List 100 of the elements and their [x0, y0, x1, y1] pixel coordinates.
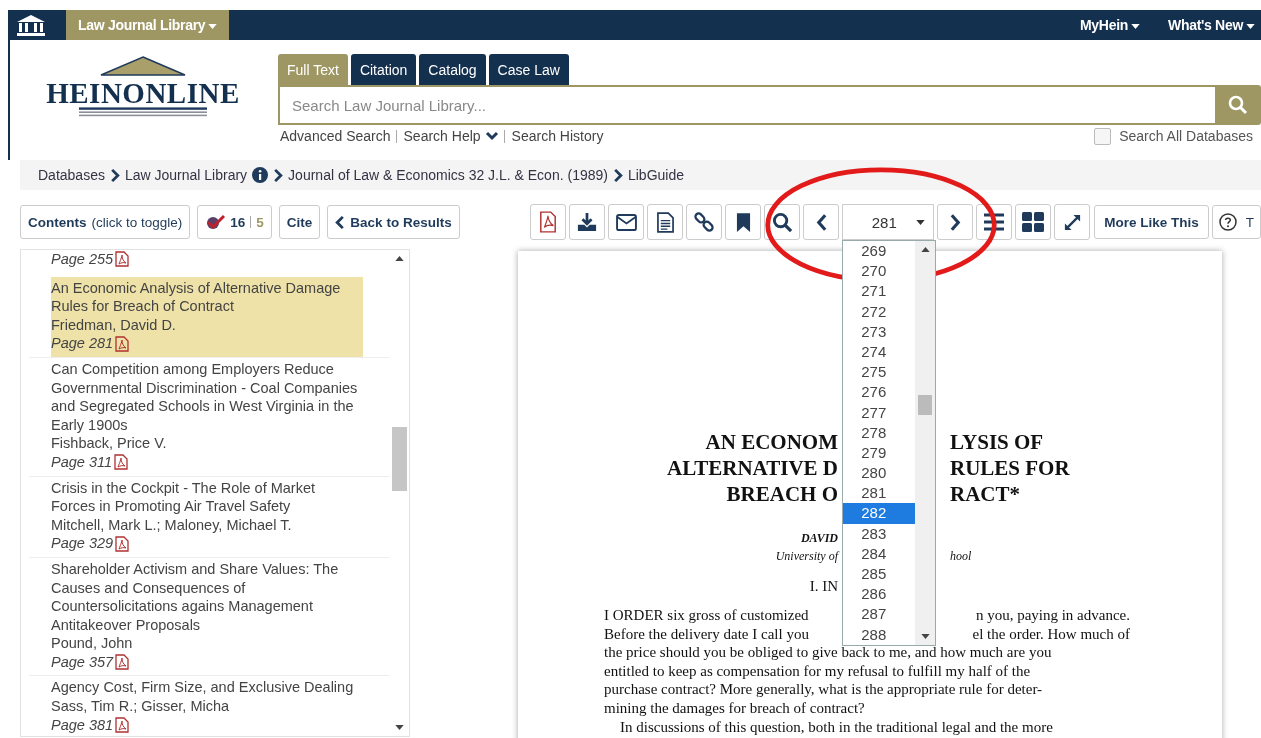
- envelope-icon: [615, 213, 637, 231]
- search-link[interactable]: Search Help: [403, 128, 481, 144]
- page-option[interactable]: 273: [843, 321, 916, 342]
- article-authors: Friedman, David D.: [51, 315, 177, 335]
- top-menu-link[interactable]: MyHein: [1074, 17, 1146, 33]
- page-option[interactable]: 284: [843, 543, 916, 564]
- breadcrumb-link[interactable]: Law Journal Library: [124, 167, 248, 183]
- download-icon: [577, 212, 598, 232]
- link-button[interactable]: [686, 204, 723, 240]
- site-logo[interactable]: HEINONLINE: [38, 53, 248, 125]
- page-option[interactable]: 272: [843, 301, 916, 322]
- page-option[interactable]: 279: [843, 442, 916, 464]
- page-option[interactable]: 282: [843, 503, 916, 524]
- document-text-fragment: LYSIS OF: [950, 429, 1044, 455]
- scrollbar-thumb[interactable]: [391, 427, 407, 491]
- contents-item[interactable]: Can Competition among Employers Reduce Governmental Discrimination - Coal Companies and Segregated Schools in West Virginia in the Early 1900s Fishback, Price V. Page 311: [29, 356, 389, 476]
- contents-item[interactable]: Page 255: [29, 250, 389, 273]
- scrollbar-thumb[interactable]: [918, 395, 933, 415]
- contents-item[interactable]: Shareholder Activism and Share Values: The Causes and Consequences of Countersolicitations agains Management Antitakeover Proposals Pound, John Page 357: [29, 556, 389, 676]
- page-option[interactable]: 286: [843, 584, 916, 605]
- cite-button[interactable]: Cite: [278, 205, 321, 239]
- page-option[interactable]: 285: [843, 564, 916, 585]
- page-option[interactable]: 281: [843, 483, 916, 504]
- pdf-icon[interactable]: [115, 535, 130, 552]
- scroll-up-arrow-icon[interactable]: [394, 256, 404, 261]
- page-option[interactable]: 277: [843, 402, 916, 423]
- search-all-checkbox[interactable]: [1094, 127, 1112, 145]
- pdf-icon[interactable]: [115, 251, 130, 268]
- bookmark-button[interactable]: [725, 204, 762, 240]
- help-button[interactable]: T: [1211, 205, 1261, 239]
- pdf-button[interactable]: [530, 204, 567, 240]
- top-menu-link[interactable]: What's New: [1162, 17, 1261, 33]
- document-text-fragment: University of: [775, 549, 838, 564]
- article-title: An Economic Analysis of Alternative Damage Rules for Breach of Contract: [51, 278, 342, 316]
- pdf-icon[interactable]: [115, 654, 130, 671]
- search-tab[interactable]: Catalog: [419, 54, 486, 85]
- contents-toggle-button[interactable]: Contents (click to toggle): [20, 205, 191, 239]
- page-option[interactable]: 288: [843, 624, 916, 645]
- bank-building-icon[interactable]: [16, 14, 46, 36]
- expand-button[interactable]: [1054, 204, 1091, 240]
- page-link[interactable]: Page 281: [51, 334, 114, 353]
- document-text-line: mining the damages for breach of contract?: [604, 699, 865, 716]
- scroll-up-arrow-icon[interactable]: [920, 247, 930, 252]
- article-title: Agency Cost, Firm Size, and Exclusive Dealing: [51, 678, 355, 698]
- page-option[interactable]: 280: [843, 463, 916, 484]
- page-option[interactable]: 269: [843, 241, 916, 262]
- previous-page-button[interactable]: [803, 204, 840, 240]
- page-link[interactable]: Page 329: [51, 534, 114, 553]
- next-page-button[interactable]: [937, 204, 974, 240]
- page-option[interactable]: 283: [843, 523, 916, 544]
- search-field[interactable]: Search Law Journal Library...: [278, 85, 1215, 125]
- page-link[interactable]: Page 357: [51, 652, 114, 672]
- pdf-icon[interactable]: [115, 716, 130, 733]
- search-tab[interactable]: Case Law: [488, 54, 569, 85]
- page-option[interactable]: 276: [843, 382, 916, 403]
- info-icon[interactable]: [252, 167, 269, 183]
- chevron-left-icon: [815, 212, 827, 232]
- article-authors: Mitchell, Mark L.; Maloney, Michael T.: [51, 515, 293, 535]
- page-option[interactable]: 275: [843, 362, 916, 383]
- page-link[interactable]: Page 255: [51, 250, 114, 269]
- email-button[interactable]: [608, 204, 645, 240]
- download-button[interactable]: [569, 204, 606, 240]
- search-link[interactable]: Advanced Search: [280, 128, 391, 144]
- document-text-fragment: RULES FOR: [950, 455, 1070, 481]
- link-icon: [694, 212, 715, 232]
- page-option[interactable]: 271: [843, 281, 916, 302]
- chevron-down-icon[interactable]: [484, 131, 499, 141]
- breadcrumb-link[interactable]: LibGuide: [627, 167, 684, 183]
- marked-items-button[interactable]: 16 5: [197, 205, 272, 239]
- page-option[interactable]: 270: [843, 261, 916, 282]
- page-select[interactable]: 281: [842, 204, 935, 240]
- page-link[interactable]: Page 311: [51, 452, 112, 472]
- grid-view-button[interactable]: [1015, 204, 1052, 240]
- pdf-icon[interactable]: [115, 335, 130, 352]
- breadcrumb-link[interactable]: Journal of Law & Economics 32 J.L. & Econ. (1989): [288, 167, 608, 183]
- page-option[interactable]: 274: [843, 341, 916, 363]
- search-tab[interactable]: Citation: [350, 54, 417, 85]
- contents-item[interactable]: Crisis in the Cockpit - The Role of Market Forces in Promoting Air Travel Safety Mitchell, Mark L.; Maloney, Michael T. Page 329: [29, 475, 389, 557]
- contents-item[interactable]: An Economic Analysis of Alternative Damage Rules for Breach of Contract Friedman, David D. Page 281: [51, 276, 363, 357]
- dropdown-scrollbar[interactable]: [915, 241, 936, 645]
- document-text-fragment: hool: [950, 549, 973, 564]
- scroll-down-arrow-icon[interactable]: [920, 634, 930, 639]
- back-to-results-button[interactable]: Back to Results: [327, 205, 460, 239]
- page-option[interactable]: 278: [843, 422, 916, 443]
- more-like-this-button[interactable]: More Like This: [1094, 205, 1209, 239]
- search-icon: [1228, 95, 1248, 115]
- breadcrumb-link[interactable]: Databases: [38, 167, 105, 183]
- pdf-icon[interactable]: [114, 454, 128, 471]
- document-icon: [656, 211, 674, 233]
- search-link[interactable]: Search History: [511, 128, 604, 144]
- article-title: Shareholder Activism and Share Values: The Causes and Consequences of Countersolicitations agains Management Antitakeover Proposals: [51, 559, 340, 635]
- document-text-fragment: I ORDER six gross of customized: [604, 606, 810, 625]
- page-option[interactable]: 287: [843, 604, 916, 625]
- document-text-fragment: DAVID: [800, 531, 838, 546]
- scroll-down-arrow-icon[interactable]: [394, 725, 404, 730]
- document-button[interactable]: [647, 204, 684, 240]
- contents-item[interactable]: Agency Cost, Firm Size, and Exclusive Dealing Sass, Tim R.; Gisser, Micha Page 381: [29, 675, 389, 736]
- document-text-fragment: el the order. How much of: [972, 624, 1130, 644]
- caret-down-icon: [208, 23, 218, 29]
- page-link[interactable]: Page 381: [51, 715, 114, 735]
